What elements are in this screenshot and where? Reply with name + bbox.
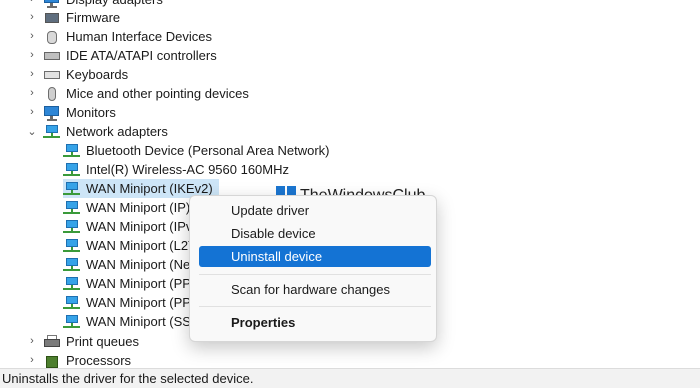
tree-device-item[interactable]: WAN Miniport (SST — [63, 312, 199, 331]
network-adapter-icon — [63, 257, 81, 273]
tree-device-item[interactable]: WAN Miniport (PPP — [63, 274, 200, 293]
network-adapter-icon — [63, 181, 81, 197]
tree-category-firmware[interactable]: › Firmware — [27, 8, 120, 27]
tree-device-label: WAN Miniport (IPv — [86, 219, 193, 234]
tree-category-label: Monitors — [66, 105, 116, 120]
keyboard-icon — [43, 67, 61, 83]
tree-device-label: WAN Miniport (IP) — [86, 200, 191, 215]
chevron-right-icon[interactable]: › — [27, 30, 37, 42]
network-adapter-icon — [63, 143, 81, 159]
tree-device-item[interactable]: WAN Miniport (IPv — [63, 217, 192, 236]
network-adapter-icon — [63, 238, 81, 254]
tree-category-monitors[interactable]: › Monitors — [27, 103, 116, 122]
network-adapter-icon — [63, 200, 81, 216]
network-adapter-icon — [63, 162, 81, 178]
tree-device-label: WAN Miniport (SST — [86, 314, 199, 329]
status-bar: Uninstalls the driver for the selected d… — [0, 368, 700, 388]
tree-device-label: WAN Miniport (PPT — [86, 295, 199, 310]
chevron-right-icon[interactable]: › — [27, 354, 37, 366]
monitor-icon — [43, 105, 61, 121]
network-adapter-icon — [43, 124, 61, 140]
tree-category-hid[interactable]: › Human Interface Devices — [27, 27, 212, 46]
firmware-icon — [43, 10, 61, 26]
tree-category-label: Network adapters — [66, 124, 168, 139]
menu-separator — [199, 306, 431, 307]
display-adapter-icon — [43, 0, 61, 8]
processor-icon — [43, 353, 61, 369]
menu-item-properties[interactable]: Properties — [199, 312, 431, 333]
tree-category-label: Firmware — [66, 10, 121, 25]
tree-device-label: Intel(R) Wireless-AC 9560 160MHz — [86, 162, 290, 177]
printer-icon — [43, 334, 61, 350]
network-adapter-icon — [63, 219, 81, 235]
tree-category-network-adapters[interactable]: ⌄ Network adapters — [27, 122, 168, 141]
chevron-right-icon[interactable]: › — [27, 106, 37, 118]
menu-item-disable-device[interactable]: Disable device — [199, 223, 431, 244]
tree-device-item[interactable]: WAN Miniport (PPT — [63, 293, 199, 312]
tree-device-item[interactable]: WAN Miniport (Ne — [63, 255, 190, 274]
tree-category-mice[interactable]: › Mice and other pointing devices — [27, 84, 249, 103]
tree-category-label: Human Interface Devices — [66, 29, 212, 44]
network-adapter-icon — [63, 314, 81, 330]
tree-category-label: IDE ATA/ATAPI controllers — [66, 48, 217, 63]
tree-device-label: Bluetooth Device (Personal Area Network) — [86, 143, 330, 158]
tree-device-item[interactable]: Bluetooth Device (Personal Area Network) — [63, 141, 330, 160]
tree-category-keyboards[interactable]: › Keyboards — [27, 65, 128, 84]
chevron-right-icon[interactable]: › — [27, 0, 37, 5]
tree-device-item[interactable]: WAN Miniport (L2T — [63, 236, 196, 255]
status-bar-text: Uninstalls the driver for the selected d… — [2, 371, 254, 386]
hid-icon — [43, 29, 61, 45]
tree-category-label: Print queues — [66, 334, 139, 349]
menu-item-update-driver[interactable]: Update driver — [199, 200, 431, 221]
menu-separator — [199, 274, 431, 275]
tree-device-item[interactable]: Intel(R) Wireless-AC 9560 160MHz — [63, 160, 289, 179]
network-adapter-icon — [63, 295, 81, 311]
tree-device-label: WAN Miniport (PPP — [86, 276, 200, 291]
chevron-right-icon[interactable]: › — [27, 11, 37, 23]
tree-device-item[interactable]: WAN Miniport (IP) — [63, 198, 190, 217]
chevron-right-icon[interactable]: › — [27, 49, 37, 61]
chevron-down-icon[interactable]: ⌄ — [27, 126, 37, 138]
tree-category-print-queues[interactable]: › Print queues — [27, 332, 139, 351]
tree-device-label: WAN Miniport (Ne — [86, 257, 191, 272]
network-adapter-icon — [63, 276, 81, 292]
tree-category-ide[interactable]: › IDE ATA/ATAPI controllers — [27, 46, 217, 65]
mouse-icon — [43, 86, 61, 102]
menu-item-scan-hardware[interactable]: Scan for hardware changes — [199, 279, 431, 300]
ide-controller-icon — [43, 48, 61, 64]
tree-device-label: WAN Miniport (L2T — [86, 238, 197, 253]
tree-category-label: Keyboards — [66, 67, 129, 82]
context-menu: Update driver Disable device Uninstall d… — [189, 195, 437, 342]
chevron-right-icon[interactable]: › — [27, 335, 37, 347]
chevron-right-icon[interactable]: › — [27, 68, 37, 80]
menu-item-uninstall-device[interactable]: Uninstall device — [199, 246, 431, 267]
chevron-right-icon[interactable]: › — [27, 87, 37, 99]
tree-category-label: Mice and other pointing devices — [66, 86, 249, 101]
